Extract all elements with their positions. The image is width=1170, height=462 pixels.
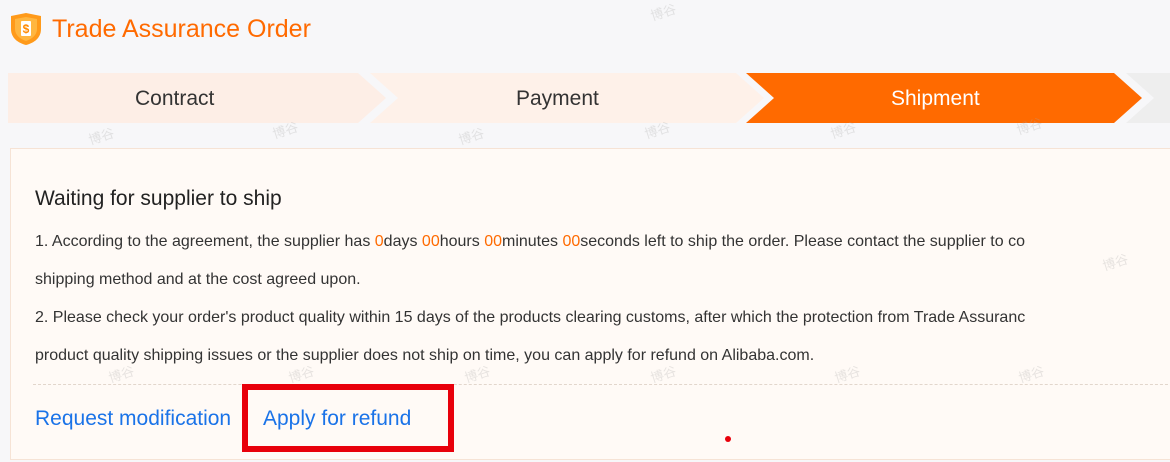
minutes-value: 00 (484, 233, 502, 250)
step-payment: Payment (516, 87, 599, 110)
step-contract: Contract (135, 87, 215, 110)
page-header: $ Trade Assurance Order (8, 12, 311, 46)
line1-prefix: 1. According to the agreement, the suppl… (35, 233, 375, 250)
seconds-value: 00 (562, 233, 581, 250)
days-label: days (383, 233, 422, 250)
annotation-dot (725, 436, 731, 442)
days-value: 0 (374, 233, 384, 250)
shield-dollar-icon: $ (11, 13, 41, 45)
watermark: 博谷 (86, 125, 117, 148)
info-line-1: 1. According to the agreement, the suppl… (35, 233, 1025, 251)
watermark: 博谷 (456, 125, 487, 148)
shipping-status-panel: Waiting for supplier to ship 1. Accordin… (10, 148, 1170, 460)
watermark: 博谷 (648, 1, 679, 24)
panel-divider (33, 384, 1170, 385)
minutes-label: minutes (501, 233, 563, 250)
request-modification-link[interactable]: Request modification (35, 407, 231, 431)
status-heading: Waiting for supplier to ship (35, 187, 282, 210)
step-shipment: Shipment (891, 87, 980, 110)
info-line-3: 2. Please check your order's product qua… (35, 309, 1026, 326)
seconds-label: seconds left to ship the order. Please c… (580, 233, 1025, 250)
highlight-annotation-box (242, 384, 454, 452)
hours-label: hours (439, 233, 485, 250)
hours-value: 00 (421, 233, 440, 250)
page-title: Trade Assurance Order (52, 14, 311, 43)
order-progress-steps: Contract Payment Shipment (8, 73, 1170, 123)
trade-assurance-page: $ Trade Assurance Order Contract Payment… (0, 0, 1170, 462)
info-line-4: product quality shipping issues or the s… (35, 347, 815, 364)
svg-text:$: $ (23, 22, 30, 36)
info-line-2: shipping method and at the cost agreed u… (35, 271, 361, 288)
